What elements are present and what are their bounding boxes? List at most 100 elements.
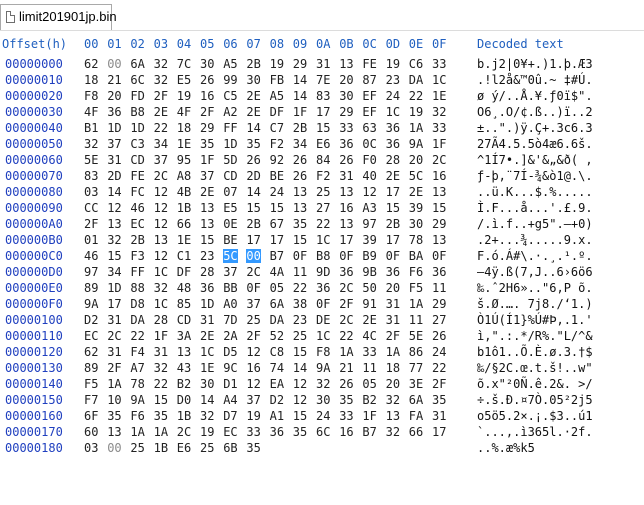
hex-byte[interactable]: 22	[154, 121, 168, 135]
hex-byte[interactable]: 84	[316, 153, 330, 167]
file-tab[interactable]: limit201901jp.bin	[0, 4, 117, 30]
hex-byte[interactable]: 85	[177, 297, 191, 311]
hex-byte[interactable]: B8	[130, 105, 144, 119]
hex-byte[interactable]: 9A	[316, 361, 330, 375]
hex-byte[interactable]: C3	[130, 137, 144, 151]
hex-byte[interactable]: 31	[107, 313, 121, 327]
hex-byte[interactable]: 4A	[270, 265, 284, 279]
hex-byte[interactable]: 2B	[386, 217, 400, 231]
hex-byte[interactable]: 36	[270, 425, 284, 439]
hex-byte[interactable]: 29	[432, 217, 446, 231]
hex-byte[interactable]: 22	[409, 89, 423, 103]
hex-byte[interactable]: 86	[409, 345, 423, 359]
hex-byte[interactable]: BE	[223, 233, 237, 247]
hex-byte[interactable]: 35	[339, 393, 353, 407]
hex-byte[interactable]: B7	[270, 249, 284, 263]
hex-byte[interactable]: 26	[293, 153, 307, 167]
hex-byte[interactable]: 12	[154, 185, 168, 199]
hex-byte[interactable]: 20	[386, 281, 400, 295]
hex-byte[interactable]: 1D	[107, 121, 121, 135]
hex-byte[interactable]: 1C	[316, 329, 330, 343]
decoded-text[interactable]: ø ý/..Å.¥.ƒ0ï$".	[477, 89, 593, 103]
hex-byte[interactable]: 22	[316, 217, 330, 231]
hex-byte[interactable]: E5	[223, 201, 237, 215]
hex-byte[interactable]: 15	[154, 393, 168, 407]
hex-byte[interactable]: 2E	[246, 89, 260, 103]
hex-byte[interactable]: 17	[270, 233, 284, 247]
hex-byte[interactable]: 46	[84, 249, 98, 263]
hex-byte[interactable]: 13	[107, 217, 121, 231]
hex-byte[interactable]: F2	[316, 169, 330, 183]
hex-byte[interactable]: 2B	[293, 121, 307, 135]
hex-byte[interactable]: 35	[200, 137, 214, 151]
hex-byte[interactable]: 32	[386, 425, 400, 439]
hex-byte[interactable]: DA	[130, 313, 144, 327]
hex-byte[interactable]: 21	[107, 73, 121, 87]
hex-byte[interactable]: 13	[432, 233, 446, 247]
hex-byte[interactable]: 12	[107, 201, 121, 215]
hex-byte[interactable]: 13	[154, 233, 168, 247]
hex-byte[interactable]: 1D	[200, 297, 214, 311]
hex-byte[interactable]: 10	[107, 393, 121, 407]
hex-byte[interactable]: A5	[223, 57, 237, 71]
hex-byte[interactable]: 2C	[339, 281, 353, 295]
hex-byte[interactable]: 2C	[339, 313, 353, 327]
hex-byte[interactable]: 19	[246, 409, 260, 423]
hex-byte[interactable]: D8	[130, 297, 144, 311]
hex-byte[interactable]: 13	[339, 57, 353, 71]
hex-byte[interactable]: 12	[154, 201, 168, 215]
hex-byte[interactable]: 11	[293, 265, 307, 279]
decoded-text[interactable]: š.Ø.…. 7j8./‘1.)	[477, 297, 593, 311]
decoded-text[interactable]: ..%.æ%k5	[477, 441, 535, 455]
hex-byte[interactable]: 14	[293, 89, 307, 103]
hex-byte[interactable]: 7E	[316, 73, 330, 87]
hex-byte[interactable]: D2	[84, 313, 98, 327]
hex-byte[interactable]: D7	[223, 409, 237, 423]
hex-byte[interactable]: 16	[200, 89, 214, 103]
hex-byte[interactable]: F7	[84, 393, 98, 407]
hex-byte[interactable]: BE	[270, 169, 284, 183]
decoded-text[interactable]: F.ó.Á#\.·.¸.¹.º.	[477, 249, 593, 263]
decoded-text[interactable]: ì,".:.*/R%."L/^&	[477, 329, 593, 343]
hex-byte[interactable]: F8	[316, 345, 330, 359]
hex-byte[interactable]: 31	[316, 57, 330, 71]
hex-byte[interactable]: C8	[270, 345, 284, 359]
hex-byte[interactable]: 91	[362, 297, 376, 311]
decoded-text[interactable]: .2+...¾.....9.x.	[477, 233, 593, 247]
hex-byte[interactable]: 17	[316, 105, 330, 119]
hex-byte[interactable]: 22	[339, 329, 353, 343]
hex-byte[interactable]: 9A	[130, 393, 144, 407]
hex-byte[interactable]: 34	[107, 265, 121, 279]
hex-byte[interactable]: 1E	[432, 89, 446, 103]
hex-byte[interactable]: DF	[270, 105, 284, 119]
hex-byte[interactable]: 20	[339, 73, 353, 87]
hex-byte[interactable]: 15	[293, 233, 307, 247]
hex-byte[interactable]: 31	[386, 313, 400, 327]
decoded-text[interactable]: /.ì.f..+g5".—+0)	[477, 217, 593, 231]
hex-byte[interactable]: 30	[316, 393, 330, 407]
hex-byte[interactable]: 48	[177, 281, 191, 295]
decoded-text[interactable]: ƒ-þ,¨7Í-¾&ò1@.\.	[477, 169, 593, 183]
hex-byte[interactable]: 13	[293, 201, 307, 215]
hex-byte[interactable]: BB	[223, 281, 237, 295]
hex-byte[interactable]: 14	[107, 185, 121, 199]
hex-byte[interactable]: B2	[362, 393, 376, 407]
hex-byte[interactable]: 11	[362, 361, 376, 375]
hex-byte[interactable]: C1	[177, 249, 191, 263]
hex-byte[interactable]: 37	[107, 137, 121, 151]
hex-byte[interactable]: B2	[177, 377, 191, 391]
hex-byte[interactable]: 1D	[223, 137, 237, 151]
hex-byte[interactable]: C6	[409, 57, 423, 71]
hex-byte[interactable]: 01	[84, 233, 98, 247]
hex-byte[interactable]: 15	[107, 249, 121, 263]
hex-byte[interactable]: 18	[84, 73, 98, 87]
hex-byte[interactable]: 4F	[177, 105, 191, 119]
hex-byte[interactable]: 33	[339, 121, 353, 135]
hex-byte[interactable]: 83	[316, 89, 330, 103]
hex-byte[interactable]: 27	[432, 313, 446, 327]
hex-byte[interactable]: 26	[339, 153, 353, 167]
hex-byte[interactable]: 37	[200, 169, 214, 183]
hex-byte[interactable]: 9A	[84, 297, 98, 311]
hex-byte[interactable]: 1F	[154, 329, 168, 343]
hex-byte[interactable]: 32	[432, 105, 446, 119]
